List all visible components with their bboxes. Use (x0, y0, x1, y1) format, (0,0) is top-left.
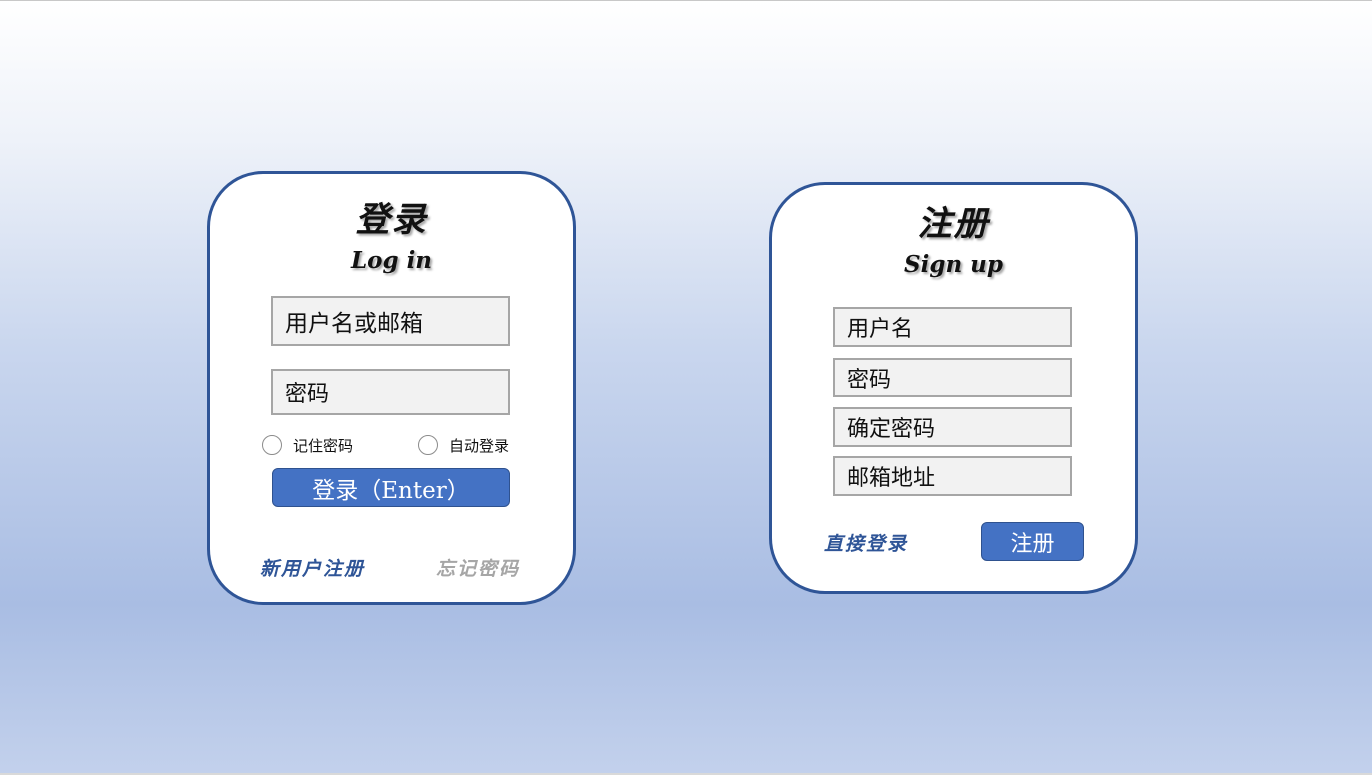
signup-username-input[interactable]: 用户名 (833, 307, 1072, 347)
remember-label: 记住密码 (293, 436, 354, 455)
signup-card: 注册 Sign up 用户名 密码 确定密码 邮箱地址 直接登录 注册 (769, 182, 1138, 594)
signup-password-input[interactable]: 密码 (833, 358, 1072, 397)
signup-password-placeholder: 密码 (847, 367, 892, 393)
signup-subtitle: Sign up (904, 251, 1003, 278)
auto-login-label: 自动登录 (449, 436, 510, 455)
password-input[interactable]: 密码 (271, 369, 510, 415)
register-button[interactable]: 注册 (981, 522, 1084, 561)
new-user-register-link[interactable]: 新用户注册 (260, 554, 365, 581)
login-card: 登录 Log in 用户名或邮箱 密码 记住密码 自动登录 登录（Enter） … (207, 171, 576, 605)
email-placeholder: 邮箱地址 (847, 466, 936, 491)
login-title: 登录 (355, 200, 428, 240)
confirm-password-input[interactable]: 确定密码 (833, 407, 1072, 447)
confirm-password-placeholder: 确定密码 (847, 417, 936, 442)
remember-password-option[interactable]: 记住密码 (262, 433, 353, 457)
username-placeholder: 用户名或邮箱 (285, 311, 423, 337)
password-placeholder: 密码 (285, 382, 330, 407)
auto-login-radio[interactable] (418, 435, 438, 455)
login-button[interactable]: 登录（Enter） (272, 468, 510, 507)
signup-title: 注册 (917, 204, 990, 244)
login-subtitle: Log in (350, 247, 433, 274)
auto-login-option[interactable]: 自动登录 (418, 433, 509, 457)
username-input[interactable]: 用户名或邮箱 (271, 296, 510, 346)
forgot-password-link[interactable]: 忘记密码 (436, 554, 520, 581)
signup-username-placeholder: 用户名 (847, 317, 914, 342)
email-input[interactable]: 邮箱地址 (833, 456, 1072, 496)
direct-login-link[interactable]: 直接登录 (824, 529, 908, 556)
remember-radio[interactable] (262, 435, 282, 455)
top-border (0, 0, 1372, 1)
